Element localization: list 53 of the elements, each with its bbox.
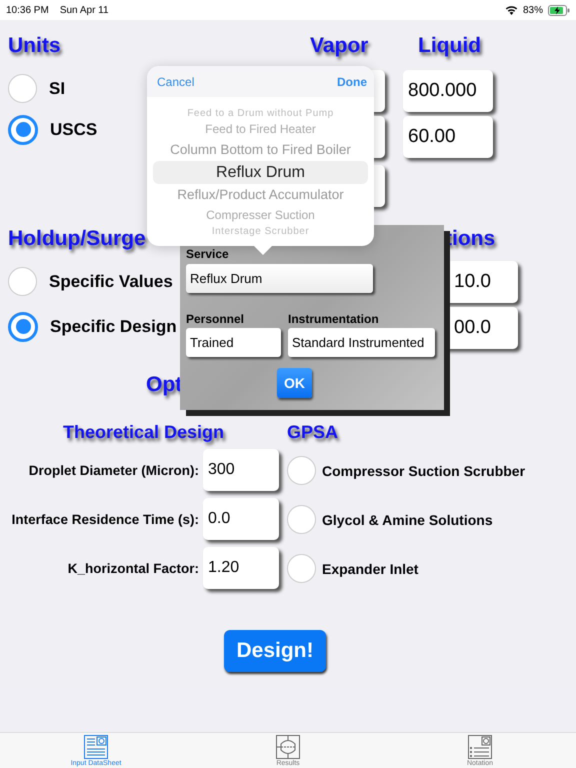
vessel-icon: [276, 735, 300, 759]
picker-option[interactable]: Column Bottom to Fired Boiler: [170, 139, 351, 161]
input-field[interactable]: 0.0: [203, 498, 279, 540]
units-heading: Units: [8, 33, 60, 59]
radio-button[interactable]: [287, 456, 316, 485]
notation-icon: [468, 735, 492, 759]
radio-label: SI: [49, 78, 66, 98]
radio-button[interactable]: [287, 554, 316, 583]
radio-button[interactable]: [287, 505, 316, 534]
instrumentation-field[interactable]: Standard Instrumented: [288, 328, 435, 357]
field-label: K_horizontal Factor:: [68, 560, 199, 576]
battery-charging-icon: [548, 4, 570, 16]
picker-option[interactable]: Compresser Suction: [206, 206, 315, 225]
input-field[interactable]: 60.00: [403, 116, 493, 158]
done-button[interactable]: Done: [337, 74, 367, 88]
holdup-surge-heading: Holdup/Surge: [8, 226, 146, 252]
instrumentation-label: Instrumentation: [288, 312, 379, 326]
datasheet-icon: [84, 735, 108, 759]
input-field[interactable]: 1.20: [203, 547, 279, 589]
status-time: 10:36 PM: [6, 4, 49, 16]
battery-percent: 83%: [522, 4, 543, 16]
cancel-button[interactable]: Cancel: [157, 74, 194, 88]
radio-label: Compressor Suction Scrubber: [322, 462, 526, 478]
radio-button[interactable]: [8, 74, 37, 103]
ok-button[interactable]: OK: [277, 368, 312, 398]
design-button[interactable]: Design!: [224, 630, 326, 672]
input-field[interactable]: 300: [203, 449, 279, 491]
personnel-field[interactable]: Trained: [186, 328, 281, 357]
picker-option[interactable]: Reflux Drum: [153, 161, 368, 184]
radio-button[interactable]: [8, 312, 38, 342]
theoretical-design-heading: Theoretical Design: [63, 421, 224, 444]
status-date: Sun Apr 11: [60, 4, 109, 16]
radio-label: Specific Values: [49, 272, 173, 292]
radio-label: Specific Design: [50, 316, 177, 336]
radio-button[interactable]: [8, 267, 37, 296]
gpsa-heading: GPSA: [287, 421, 338, 444]
field-label: Droplet Diameter (Micron):: [28, 462, 199, 478]
radio-label: Glycol & Amine Solutions: [322, 512, 493, 528]
personnel-label: Personnel: [186, 312, 244, 326]
conditions-heading: tions: [445, 226, 496, 252]
service-field[interactable]: Reflux Drum: [186, 264, 373, 293]
radio-label: USCS: [50, 120, 98, 140]
picker-option[interactable]: Reflux/Product Accumulator: [177, 184, 344, 206]
options-heading: Opt: [146, 372, 182, 398]
service-label: Service: [186, 247, 229, 261]
vapor-heading: Vapor: [309, 33, 368, 59]
picker-option[interactable]: Feed to Fired Heater: [205, 120, 316, 139]
radio-label: Expander Inlet: [322, 560, 418, 576]
field-label: Interface Residence Time (s):: [12, 512, 199, 526]
liquid-heading: Liquid: [417, 33, 481, 59]
wifi-icon: [504, 5, 518, 15]
radio-button[interactable]: [8, 114, 38, 144]
input-field[interactable]: 800.000: [403, 70, 493, 112]
